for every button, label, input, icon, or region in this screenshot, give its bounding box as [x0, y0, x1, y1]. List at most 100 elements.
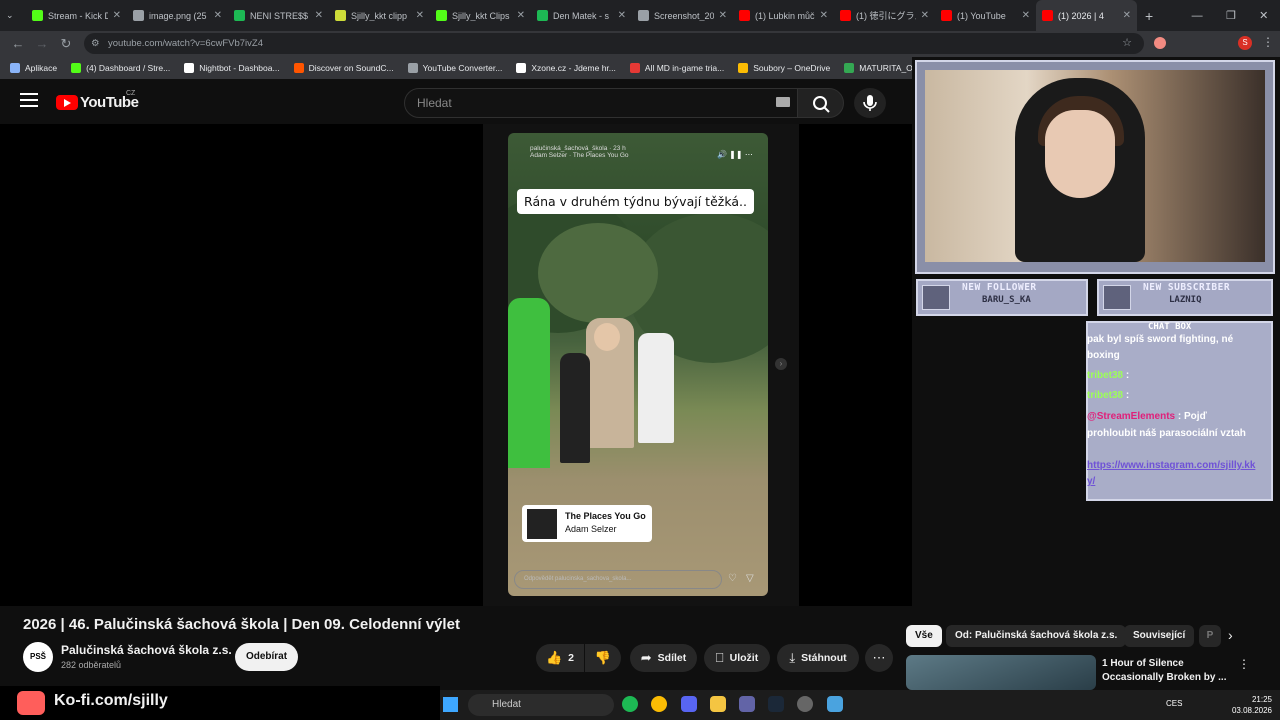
like-button[interactable]: 👍 2 [536, 644, 584, 672]
file-explorer-icon[interactable] [710, 696, 726, 712]
voice-search-button[interactable] [854, 88, 886, 118]
browser-tab[interactable]: (1) YouTube ✕ [935, 0, 1036, 31]
share-button[interactable]: ➦ Sdílet [630, 644, 697, 672]
tab-close-icon[interactable]: ✕ [416, 10, 424, 21]
obs-icon[interactable] [797, 696, 813, 712]
tab-close-icon[interactable]: ✕ [315, 10, 323, 21]
extension-icon[interactable] [1154, 37, 1166, 49]
tab-title: NENI STRE$$ [250, 10, 309, 21]
bookmark-label: Nightbot - Dashboa... [199, 63, 280, 73]
tab-close-icon[interactable]: ✕ [820, 10, 828, 21]
chip-more[interactable]: P [1199, 625, 1221, 647]
browser-tab[interactable]: Screenshot_20 ✕ [632, 0, 733, 31]
browser-tab[interactable]: Den Matek - s ✕ [531, 0, 632, 31]
app-icon[interactable] [827, 696, 843, 712]
kofi-text: Ko-fi.com/sjilly [54, 692, 168, 709]
profile-avatar[interactable]: S [1238, 36, 1252, 50]
browser-tab[interactable]: Sjilly_kkt Clips ✕ [430, 0, 531, 31]
bookmark-favicon-icon [738, 63, 749, 73]
bookmark-item[interactable]: Xzone.cz - Jdeme hr... [516, 63, 616, 73]
chrome-icon[interactable] [651, 696, 667, 712]
tab-close-icon[interactable]: ✕ [921, 10, 929, 21]
new-tab-icon[interactable]: + [1145, 8, 1153, 24]
recommendation-title[interactable]: 1 Hour of Silence Occasionally Broken by… [1102, 657, 1232, 685]
chat-box-title: CHAT BOX [1148, 322, 1192, 332]
chip-all[interactable]: Vše [906, 625, 942, 647]
forward-arrow-icon[interactable]: → [34, 36, 50, 52]
browser-tab[interactable]: (1) 2026 | 4 ✕ [1036, 0, 1137, 31]
browser-tab[interactable]: (1) 徳引にグラス ✕ [834, 0, 935, 31]
site-info-icon[interactable]: ⚙ [91, 33, 100, 54]
recommendation-menu-icon[interactable]: ⋮ [1238, 657, 1250, 671]
maximize-icon[interactable]: ❐ [1226, 9, 1236, 22]
bookmark-item[interactable]: MATURITA_OKRUH... [844, 63, 912, 73]
bookmark-item[interactable]: Discover on SoundC... [293, 63, 394, 73]
tab-close-icon[interactable]: ✕ [1022, 10, 1030, 21]
bookmark-item[interactable]: Soubory – OneDrive [738, 63, 830, 73]
bookmark-item[interactable]: All MD in-game tria... [629, 63, 724, 73]
bookmark-item[interactable]: Aplikace [10, 63, 57, 73]
tab-title: (1) Lubkin můč [755, 10, 815, 21]
keyboard-icon[interactable] [776, 97, 790, 107]
chip-related[interactable]: Související [1124, 625, 1195, 647]
browser-tab[interactable]: Sjilly_kkt clipp ✕ [329, 0, 430, 31]
tab-favicon-icon [1042, 10, 1053, 21]
instagram-username: palučinská_šachová_škola · 23 h [530, 145, 626, 152]
url-text: youtube.com/watch?v=6cwFVb7ivZ4 [108, 38, 263, 49]
tab-title: (1) 2026 | 4 [1058, 10, 1104, 21]
tab-search-chevron-icon[interactable]: ⌄ [6, 10, 26, 21]
chips-next-icon[interactable]: › [1228, 627, 1233, 643]
browser-tab[interactable]: image.png (25 ✕ [127, 0, 228, 31]
bookmark-item[interactable]: (4) Dashboard / Stre... [71, 63, 170, 73]
dislike-button[interactable]: 👎 [585, 644, 621, 672]
tab-close-icon[interactable]: ✕ [1123, 10, 1131, 21]
kofi-cup-icon [17, 691, 45, 715]
browser-tab[interactable]: NENI STRE$$ ✕ [228, 0, 329, 31]
more-actions-button[interactable]: ⋯ [865, 644, 893, 672]
bookmark-label: (4) Dashboard / Stre... [86, 63, 171, 73]
close-window-icon[interactable]: ✕ [1259, 9, 1268, 22]
reload-icon[interactable]: ↻ [58, 36, 74, 52]
language-indicator[interactable]: CES [1166, 699, 1182, 708]
tab-close-icon[interactable]: ✕ [517, 10, 525, 21]
channel-name[interactable]: Palučinská šachová škola z.s. [61, 643, 232, 657]
bookmark-item[interactable]: YouTube Converter... [407, 63, 502, 73]
search-input[interactable]: Hledat [404, 88, 798, 118]
chip-channel[interactable]: Od: Palučinská šachová škola z.s. [946, 625, 1127, 647]
subscribe-button[interactable]: Odebírat [235, 643, 298, 671]
channel-avatar[interactable]: PSŠ [23, 642, 53, 672]
back-arrow-icon[interactable]: ← [10, 36, 26, 52]
tab-close-icon[interactable]: ✕ [113, 10, 121, 21]
tab-close-icon[interactable]: ✕ [719, 10, 727, 21]
steam-icon[interactable] [768, 696, 784, 712]
next-arrow-icon[interactable]: › [775, 358, 787, 370]
streamer-face [1045, 110, 1115, 198]
discord-icon[interactable] [681, 696, 697, 712]
browser-tab[interactable]: Stream - Kick D ✕ [26, 0, 127, 31]
address-bar[interactable]: ⚙ youtube.com/watch?v=6cwFVb7ivZ4 ☆ [84, 33, 1144, 54]
tab-close-icon[interactable]: ✕ [618, 10, 626, 21]
tab-close-icon[interactable]: ✕ [214, 10, 222, 21]
spotify-icon[interactable] [622, 696, 638, 712]
windows-start-icon[interactable] [443, 697, 458, 712]
recommendation-thumbnail[interactable] [906, 655, 1096, 690]
hamburger-menu-icon[interactable] [20, 93, 38, 109]
teams-icon[interactable] [739, 696, 755, 712]
browser-menu-icon[interactable]: ⋮ [1262, 35, 1274, 49]
bookmark-item[interactable]: Nightbot - Dashboa... [184, 63, 280, 73]
browser-tab[interactable]: (1) Lubkin můč ✕ [733, 0, 834, 31]
bookmark-favicon-icon [71, 63, 82, 73]
bookmarks-bar: Aplikace (4) Dashboard / Stre... Nightbot … [0, 57, 912, 79]
save-button[interactable]: ⎕ Uložit [704, 644, 770, 672]
download-label: Stáhnout [801, 652, 847, 664]
taskbar-search[interactable]: Hledat [468, 694, 614, 716]
minimize-icon[interactable]: — [1192, 10, 1203, 22]
system-clock[interactable]: 21:25 03.08.2026 [1226, 694, 1272, 716]
music-art-icon [527, 509, 557, 539]
story-controls-icon: 🔊 ❚❚ ⋯ [717, 150, 753, 159]
download-button[interactable]: ⤓ Stáhnout [777, 644, 859, 672]
search-button[interactable] [797, 88, 844, 118]
youtube-logo-icon[interactable] [56, 95, 78, 110]
bookmark-star-icon[interactable]: ☆ [1122, 33, 1132, 54]
thumbs-up-icon: 👍 [545, 650, 563, 665]
